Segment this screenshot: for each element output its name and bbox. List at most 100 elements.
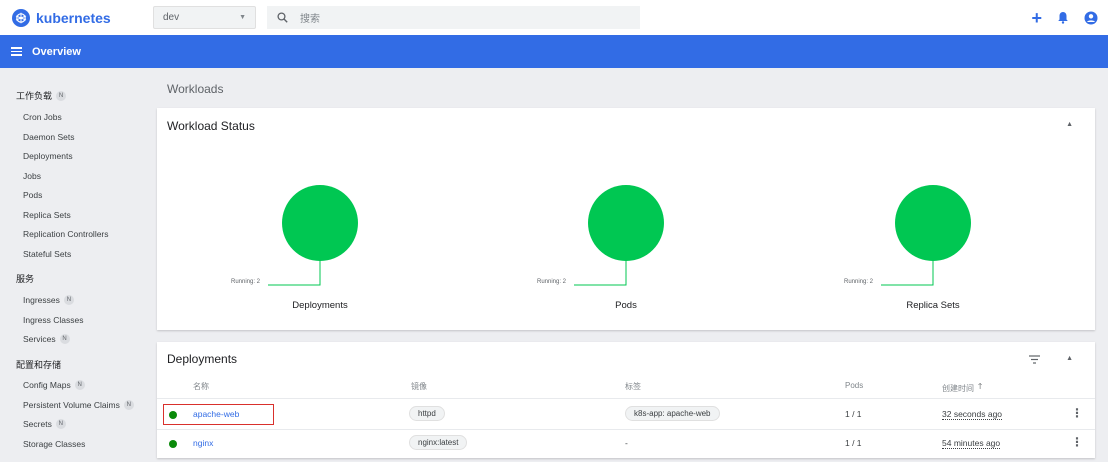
sidebar-item-label: Services bbox=[23, 334, 56, 344]
leader-line bbox=[268, 261, 321, 286]
sidebar-item-stateful-sets[interactable]: Stateful Sets bbox=[23, 249, 71, 259]
sidebar-item-config-maps[interactable]: Config Maps N bbox=[23, 380, 85, 390]
collapse-chevron-up-icon[interactable]: ▲ bbox=[1066, 121, 1073, 128]
column-header-labels: 标签 bbox=[625, 382, 641, 391]
namespace-select[interactable]: dev ▼ bbox=[153, 6, 256, 29]
running-label: Running: 2 bbox=[844, 279, 874, 285]
sidebar-item-label: Jobs bbox=[23, 171, 41, 181]
chart-caption: Deployments bbox=[292, 300, 348, 311]
namespaced-badge: N bbox=[55, 419, 66, 429]
pie-slice-running[interactable] bbox=[895, 185, 971, 261]
leader-line bbox=[881, 261, 934, 286]
sidebar-item-replica-sets[interactable]: Replica Sets bbox=[23, 210, 71, 220]
page-header: Overview bbox=[0, 35, 1108, 68]
leader-line bbox=[574, 261, 627, 286]
page-title: Workloads bbox=[167, 82, 224, 96]
sidebar-item-pods[interactable]: Pods bbox=[23, 190, 42, 200]
sidebar-item-persistent-volume-claims[interactable]: Persistent Volume Claims N bbox=[23, 400, 134, 410]
sidebar-item-label: Config Maps bbox=[23, 380, 71, 390]
column-header-created[interactable]: 创建时间 🡑 bbox=[942, 381, 982, 395]
sidebar-item-label: Secrets bbox=[23, 419, 52, 429]
pie-chart-svg bbox=[268, 185, 358, 286]
sort-arrow-up-icon: 🡑 bbox=[978, 382, 983, 391]
brand-name: kubernetes bbox=[36, 9, 111, 26]
namespaced-badge: N bbox=[56, 90, 67, 101]
sidebar-item-replication-controllers[interactable]: Replication Controllers bbox=[23, 229, 109, 239]
sidebar-item-services[interactable]: Services N bbox=[23, 334, 70, 344]
sidebar-item-ingress-classes[interactable]: Ingress Classes bbox=[23, 315, 83, 325]
kubernetes-helm-icon bbox=[12, 8, 30, 27]
hamburger-menu-icon[interactable] bbox=[11, 47, 22, 56]
section-label: 服务 bbox=[16, 274, 35, 284]
workload-status-title: Workload Status bbox=[167, 119, 255, 133]
sidebar-item-label: Storage Classes bbox=[23, 439, 86, 449]
labels-empty: - bbox=[625, 438, 628, 448]
search-icon bbox=[277, 12, 288, 23]
sidebar-item-label: Replication Controllers bbox=[23, 229, 109, 239]
search-input[interactable]: 搜索 bbox=[267, 6, 640, 29]
sidebar-section-services: 服务 bbox=[16, 272, 34, 285]
search-placeholder: 搜索 bbox=[300, 14, 320, 25]
brand-logo[interactable]: kubernetes bbox=[12, 8, 152, 27]
pie-slice-running[interactable] bbox=[282, 185, 358, 261]
pie-chart-svg bbox=[881, 185, 971, 286]
filter-icon[interactable] bbox=[1029, 355, 1040, 364]
chart-caption: Pods bbox=[615, 300, 637, 311]
section-label: 配置和存储 bbox=[16, 360, 62, 370]
notifications-bell-icon[interactable] bbox=[1057, 11, 1069, 24]
namespaced-badge: N bbox=[59, 334, 70, 344]
workload-status-card: Workload Status ▲ Running: 2 Deployments… bbox=[157, 108, 1095, 330]
deployments-title: Deployments bbox=[167, 352, 238, 366]
image-chip: httpd bbox=[409, 406, 445, 421]
deployment-name-link[interactable]: nginx bbox=[193, 438, 213, 448]
top-bar: kubernetes dev ▼ 搜索 + bbox=[0, 0, 1108, 35]
image-chip: nginx:latest bbox=[409, 435, 468, 450]
column-header-name[interactable]: 名称 bbox=[193, 381, 209, 392]
sidebar-item-label: Ingress Classes bbox=[23, 315, 84, 325]
sidebar-item-deployments[interactable]: Deployments bbox=[23, 151, 73, 161]
pie-slice-running[interactable] bbox=[588, 185, 664, 261]
sidebar-item-label: Cron Jobs bbox=[23, 112, 62, 122]
sidebar-item-daemon-sets[interactable]: Daemon Sets bbox=[23, 132, 75, 142]
sidebar-item-cron-jobs[interactable]: Cron Jobs bbox=[23, 112, 62, 122]
row-more-vert-icon[interactable]: ⋮ bbox=[1071, 406, 1083, 420]
status-running-icon bbox=[169, 440, 177, 448]
status-chart: Running: 2 bbox=[220, 148, 420, 318]
label-chip: k8s-app: apache-web bbox=[625, 406, 720, 421]
sidebar-item-jobs[interactable]: Jobs bbox=[23, 171, 41, 181]
pie-chart-svg bbox=[574, 185, 664, 286]
account-circle-icon[interactable] bbox=[1084, 11, 1098, 25]
highlight-box bbox=[163, 404, 274, 425]
pods-count: 1 / 1 bbox=[845, 438, 862, 448]
table-divider bbox=[157, 429, 1095, 430]
sidebar-item-label: Daemon Sets bbox=[23, 132, 75, 142]
running-label: Running: 2 bbox=[537, 279, 567, 285]
sidebar-item-label: Ingresses bbox=[23, 295, 60, 305]
header-title: Overview bbox=[32, 45, 81, 58]
running-label: Running: 2 bbox=[231, 279, 261, 285]
namespaced-badge: N bbox=[63, 295, 74, 305]
sidebar-section-workloads: 工作负载 N bbox=[16, 89, 67, 102]
sidebar-item-storage-classes[interactable]: Storage Classes bbox=[23, 439, 85, 449]
dropdown-caret-icon: ▼ bbox=[239, 14, 246, 21]
status-chart: Running: 2 bbox=[526, 148, 726, 318]
sidebar-item-label: Replica Sets bbox=[23, 210, 71, 220]
namespaced-badge: N bbox=[123, 400, 134, 410]
pods-count: 1 / 1 bbox=[845, 409, 862, 419]
collapse-chevron-up-icon[interactable]: ▲ bbox=[1066, 355, 1073, 362]
sidebar-item-secrets[interactable]: Secrets N bbox=[23, 419, 66, 429]
sidebar-item-label: Stateful Sets bbox=[23, 249, 72, 259]
column-header-pods: Pods bbox=[845, 381, 864, 390]
sidebar-item-label: Deployments bbox=[23, 151, 73, 161]
namespaced-badge: N bbox=[74, 380, 85, 390]
created-time: 32 seconds ago bbox=[942, 409, 1003, 420]
sidebar-item-label: Pods bbox=[23, 190, 43, 200]
table-divider bbox=[157, 398, 1095, 399]
sidebar-section-config-storage: 配置和存储 bbox=[16, 358, 61, 371]
chart-caption: Replica Sets bbox=[906, 300, 960, 311]
create-plus-icon[interactable]: + bbox=[1031, 9, 1042, 27]
namespace-value: dev bbox=[163, 12, 180, 23]
row-more-vert-icon[interactable]: ⋮ bbox=[1071, 435, 1083, 449]
column-header-image: 镜像 bbox=[411, 382, 427, 391]
sidebar-item-ingresses[interactable]: Ingresses N bbox=[23, 295, 74, 305]
